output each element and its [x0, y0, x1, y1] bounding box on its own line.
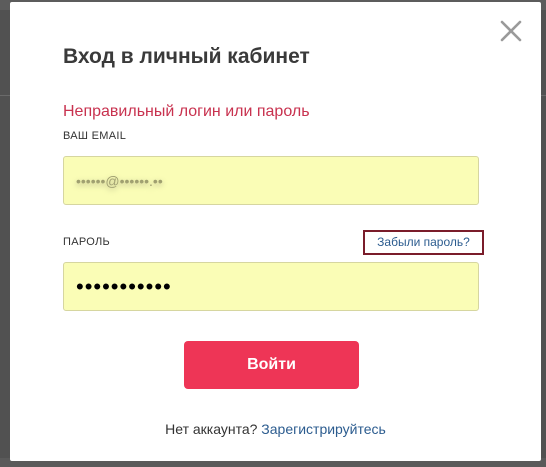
modal-title: Вход в личный кабинет: [63, 45, 310, 68]
email-value-blurred: ••••••@••••••.••: [76, 175, 163, 191]
password-field[interactable]: [63, 262, 479, 311]
forgot-password-link[interactable]: Забыли пароль?: [363, 230, 484, 255]
backdrop-divider: [0, 95, 10, 96]
signup-row: Нет аккаунта? Зарегистрируйтесь: [10, 421, 541, 437]
email-label: ВАШ EMAIL: [63, 130, 127, 142]
close-icon: [500, 20, 522, 42]
password-label: ПАРОЛЬ: [63, 236, 111, 248]
backdrop-divider: [541, 95, 546, 96]
signup-link[interactable]: Зарегистрируйтесь: [261, 421, 386, 437]
close-button[interactable]: [499, 19, 523, 43]
signup-prompt: Нет аккаунта?: [165, 421, 258, 437]
error-message: Неправильный логин или пароль: [63, 103, 310, 120]
login-modal: Вход в личный кабинет Неправильный логин…: [10, 2, 541, 461]
login-button[interactable]: Войти: [184, 341, 359, 389]
